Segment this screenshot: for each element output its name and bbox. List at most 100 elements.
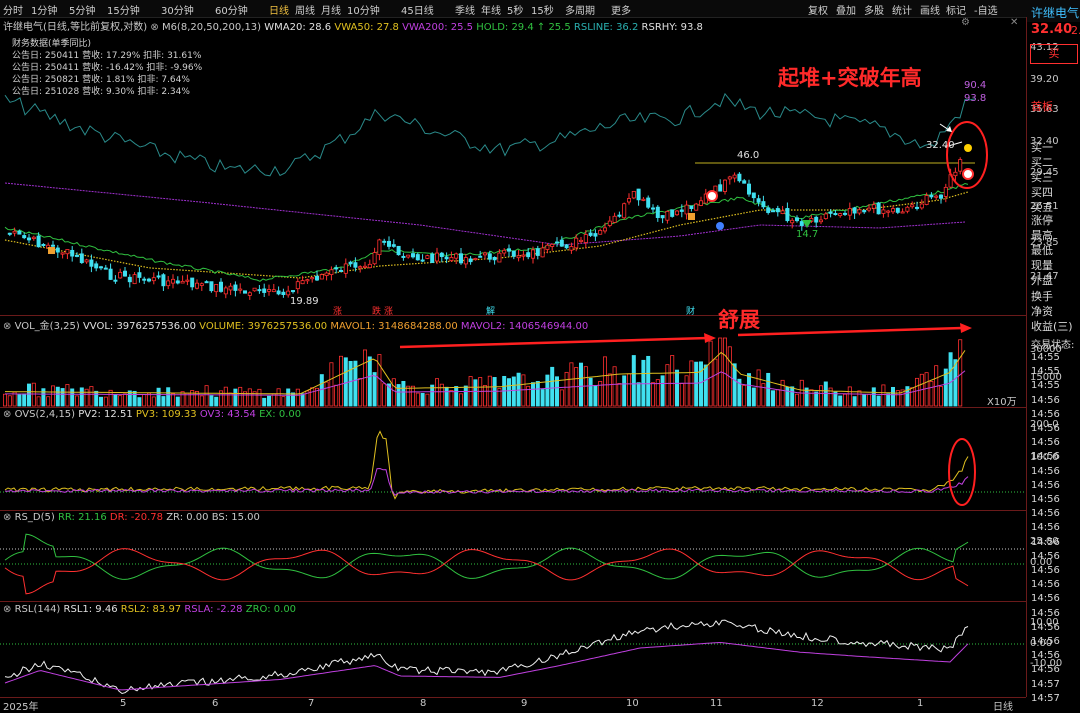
stock-name[interactable]: 许继电气 (1031, 4, 1079, 21)
close-pane-icon[interactable]: ⊗ (3, 321, 11, 332)
volume-bar (482, 385, 487, 407)
annotation-stretch: 舒展 (718, 308, 760, 332)
volume-bar (871, 387, 876, 407)
volume-bar (449, 390, 454, 407)
close-pane-icon[interactable]: ⊗ (3, 512, 11, 523)
low-147-label: 14.7 (796, 229, 819, 240)
close-pane-icon[interactable]: ⊗ (3, 604, 11, 615)
candle-body (386, 240, 391, 247)
candle-body (314, 275, 319, 281)
candle-body (396, 245, 401, 256)
volume-bar (444, 386, 449, 407)
volume-bar (401, 380, 406, 407)
candle-body (266, 289, 271, 292)
volume-bar (622, 375, 627, 407)
candle-body (137, 272, 142, 278)
marker-dot (964, 144, 972, 152)
candle-body (142, 278, 147, 281)
tick-time: 14:57 (1031, 678, 1060, 690)
pv3-value: PV3: 109.33 (135, 409, 197, 420)
candle-body (449, 257, 454, 261)
volume-bar (22, 393, 27, 407)
candle-body (214, 284, 219, 293)
candle-body (434, 252, 439, 262)
rsl-title: RSL(144) (14, 604, 61, 615)
volume-bar (348, 360, 353, 407)
volume-bar (151, 396, 156, 407)
event-tag[interactable]: 解 (486, 304, 495, 317)
close-pane-icon[interactable]: ⊗ (3, 409, 11, 420)
volume-bar (310, 387, 315, 407)
candle-body (353, 262, 358, 268)
candle-body (367, 263, 372, 269)
volume-bar (579, 362, 584, 407)
order-book-level: 买三 (1031, 171, 1053, 184)
volume-bar (473, 379, 478, 407)
candle-body (94, 263, 99, 269)
candle-body (290, 290, 295, 293)
event-tag[interactable]: 涨 (333, 304, 342, 317)
candle-body (867, 207, 872, 211)
order-book-level: 买四 (1031, 186, 1053, 199)
volume-bar (99, 396, 104, 407)
tick-time: 14:56 (1031, 451, 1060, 463)
candle-body (247, 292, 252, 296)
volume-bar (559, 389, 564, 407)
volume-bar (795, 393, 800, 407)
candle-body (348, 261, 353, 265)
candle-body (151, 277, 156, 282)
candle-body (420, 259, 425, 262)
candle-body (593, 233, 598, 237)
mavol2-value: MAVOL2: 1406546944.00 (460, 321, 589, 332)
marker-square (688, 213, 695, 220)
candle-body (564, 244, 569, 249)
buy-button[interactable]: 买 (1030, 44, 1078, 64)
volume-bar (142, 394, 147, 407)
volume-bar (7, 395, 12, 407)
candle-body (324, 272, 329, 276)
volume-bar (454, 386, 459, 407)
candle-body (497, 252, 502, 263)
candle-body (924, 195, 929, 205)
candle-body (51, 244, 56, 247)
candle-body (694, 203, 699, 211)
volume-bar (329, 362, 334, 407)
tick-time: 14:56 (1031, 536, 1060, 548)
volume-bar (694, 361, 699, 407)
marker-plus (962, 168, 974, 180)
volume-bar (771, 390, 776, 407)
volume-bar (391, 378, 396, 407)
tick-time: 14:56 (1031, 508, 1060, 520)
candle-body (300, 280, 305, 285)
tick-time: 14:55 (1031, 380, 1060, 392)
candle-body (108, 268, 113, 280)
candle-body (295, 281, 300, 290)
volume-bar (170, 393, 175, 407)
candle-body (65, 249, 70, 255)
volume-bar (458, 393, 463, 407)
marker-square (48, 247, 55, 254)
candle-body (89, 259, 94, 267)
volume-bar (65, 384, 70, 407)
candle-body (895, 207, 900, 213)
x-axis-label: 1 (917, 698, 924, 709)
candle-body (75, 254, 80, 257)
event-tag[interactable]: 财 (686, 304, 695, 317)
volume-bar (75, 395, 80, 407)
candle-body (209, 281, 214, 292)
volume-bar (46, 396, 51, 407)
candle-body (627, 198, 632, 203)
volume-bar (809, 389, 814, 407)
candle-body (785, 208, 790, 222)
ovs-pv3-line (4, 430, 969, 500)
vvol-value: VVOL: 3976257536.00 (82, 321, 196, 332)
candle-body (223, 287, 228, 295)
candle-body (17, 230, 22, 235)
event-tag[interactable]: 跌 (372, 304, 381, 317)
candle-body (910, 204, 915, 208)
zr-value: ZR: 0.00 (166, 512, 209, 523)
candle-body (329, 269, 334, 275)
volume-bar (271, 393, 276, 407)
tick-time: 14:56 (1031, 664, 1060, 676)
event-tag[interactable]: 涨 (384, 304, 393, 317)
